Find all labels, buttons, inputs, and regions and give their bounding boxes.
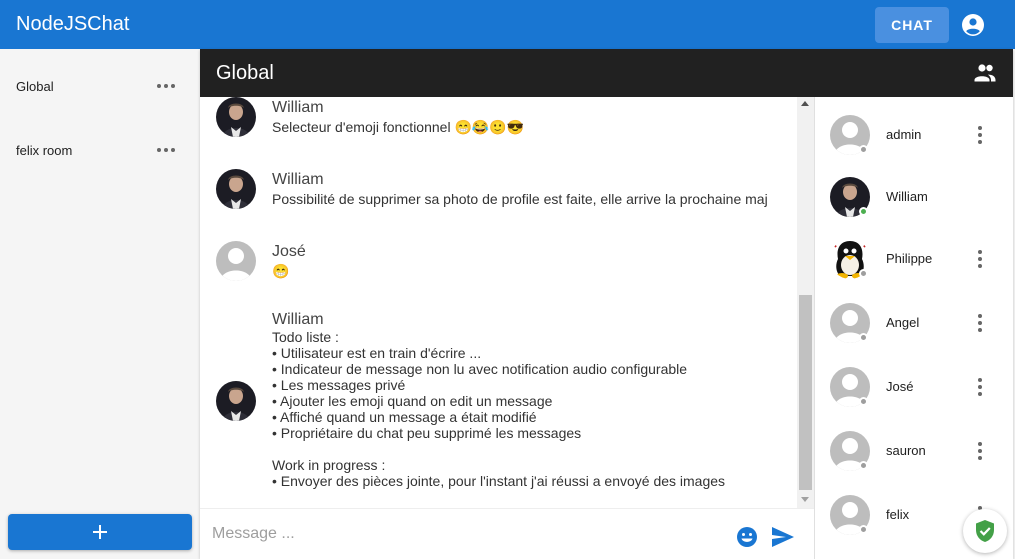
more-vertical-icon[interactable] <box>976 441 984 461</box>
user-photo-icon <box>216 97 256 137</box>
room-item-global[interactable]: Global <box>0 66 199 106</box>
user-name: felix <box>886 507 910 522</box>
default-avatar-icon <box>216 241 256 281</box>
message-text: Possibilité de supprimer sa photo de pro… <box>272 191 768 207</box>
room-label: Global <box>16 78 54 94</box>
shield-check-icon <box>976 520 994 542</box>
message-line: • Utilisateur est en train d'écrire ... <box>272 345 482 361</box>
more-vertical-icon[interactable] <box>976 125 984 145</box>
message-text: Selecteur d'emoji fonctionnel 😁😂🙂😎 <box>272 119 525 135</box>
app-bar: NodeJSChat CHAT <box>0 0 1015 49</box>
status-offline-icon <box>859 145 868 154</box>
chat-title: Global <box>216 62 274 84</box>
message-composer <box>200 508 814 559</box>
more-horizontal-icon[interactable] <box>156 78 176 94</box>
user-item-angel[interactable]: Angel <box>815 299 1013 347</box>
more-vertical-icon[interactable] <box>976 313 984 333</box>
message-line: • Ajouter les emoji quand on edit un mes… <box>272 393 553 409</box>
message-line: Todo liste : <box>272 329 339 345</box>
chat-button[interactable]: CHAT <box>875 7 949 43</box>
scroll-up-arrow-icon[interactable] <box>801 101 809 106</box>
user-photo-icon <box>216 169 256 209</box>
chat-header: Global <box>200 49 1013 97</box>
message-author: José <box>272 243 306 260</box>
status-offline-icon <box>859 269 868 278</box>
scroll-thumb[interactable] <box>799 295 812 490</box>
message-input[interactable] <box>212 521 712 547</box>
avatar <box>216 381 256 421</box>
more-vertical-icon[interactable] <box>976 377 984 397</box>
security-shield-badge[interactable] <box>963 509 1007 553</box>
user-item-admin[interactable]: admin <box>815 111 1013 159</box>
message-author: William <box>272 171 324 188</box>
plus-icon <box>93 525 107 539</box>
user-name: William <box>886 189 928 204</box>
status-online-icon <box>859 207 868 216</box>
avatar <box>216 169 256 209</box>
user-name: admin <box>886 127 922 142</box>
avatar <box>216 241 256 281</box>
user-name: Angel <box>886 315 920 330</box>
message-text: Todo liste : • Utilisateur est en train … <box>272 329 725 489</box>
send-icon[interactable] <box>771 526 795 548</box>
message-line: • Propriétaire du chat peu supprimé les … <box>272 425 582 441</box>
users-list: admin William Philippe Angel José sauron… <box>814 97 1013 559</box>
add-room-button[interactable] <box>8 514 192 550</box>
user-photo-icon <box>216 381 256 421</box>
status-offline-icon <box>859 333 868 342</box>
status-offline-icon <box>859 397 868 406</box>
user-item-philippe[interactable]: Philippe <box>815 235 1013 283</box>
message-line: • Envoyer des pièces jointe, pour l'inst… <box>272 473 726 489</box>
status-offline-icon <box>859 461 868 470</box>
avatar <box>216 97 256 137</box>
message-author: William <box>272 311 324 328</box>
message-text: 😁 <box>272 263 290 279</box>
rooms-sidebar: Global felix room <box>0 49 199 559</box>
user-item-william[interactable]: William <box>815 173 1013 221</box>
more-vertical-icon[interactable] <box>976 249 984 269</box>
app-title: NodeJSChat <box>16 13 130 35</box>
message-line: Work in progress : <box>272 457 386 473</box>
group-users-icon[interactable] <box>973 63 997 83</box>
emoji-icon[interactable] <box>736 526 758 548</box>
room-item-felix-room[interactable]: felix room <box>0 130 199 170</box>
message-scrollbar[interactable] <box>797 97 814 508</box>
message-line: • Les messages privé <box>272 377 406 393</box>
message-line: • Affiché quand un message a était modif… <box>272 409 537 425</box>
user-item-sauron[interactable]: sauron <box>815 427 1013 475</box>
user-name: Philippe <box>886 251 933 266</box>
more-horizontal-icon[interactable] <box>156 142 176 158</box>
message-list: William Selecteur d'emoji fonctionnel 😁😂… <box>200 97 797 508</box>
user-item-jose[interactable]: José <box>815 363 1013 411</box>
user-name: José <box>886 379 914 394</box>
status-offline-icon <box>859 525 868 534</box>
message-line <box>272 441 725 457</box>
message-author: William <box>272 99 324 116</box>
room-label: felix room <box>16 142 73 158</box>
account-circle-icon[interactable] <box>961 13 985 37</box>
message-line: • Indicateur de message non lu avec noti… <box>272 361 688 377</box>
chat-panel: Global William Selecteur d'emoji fonctio… <box>200 49 1013 559</box>
user-name: sauron <box>886 443 926 458</box>
scroll-down-arrow-icon[interactable] <box>801 497 809 502</box>
